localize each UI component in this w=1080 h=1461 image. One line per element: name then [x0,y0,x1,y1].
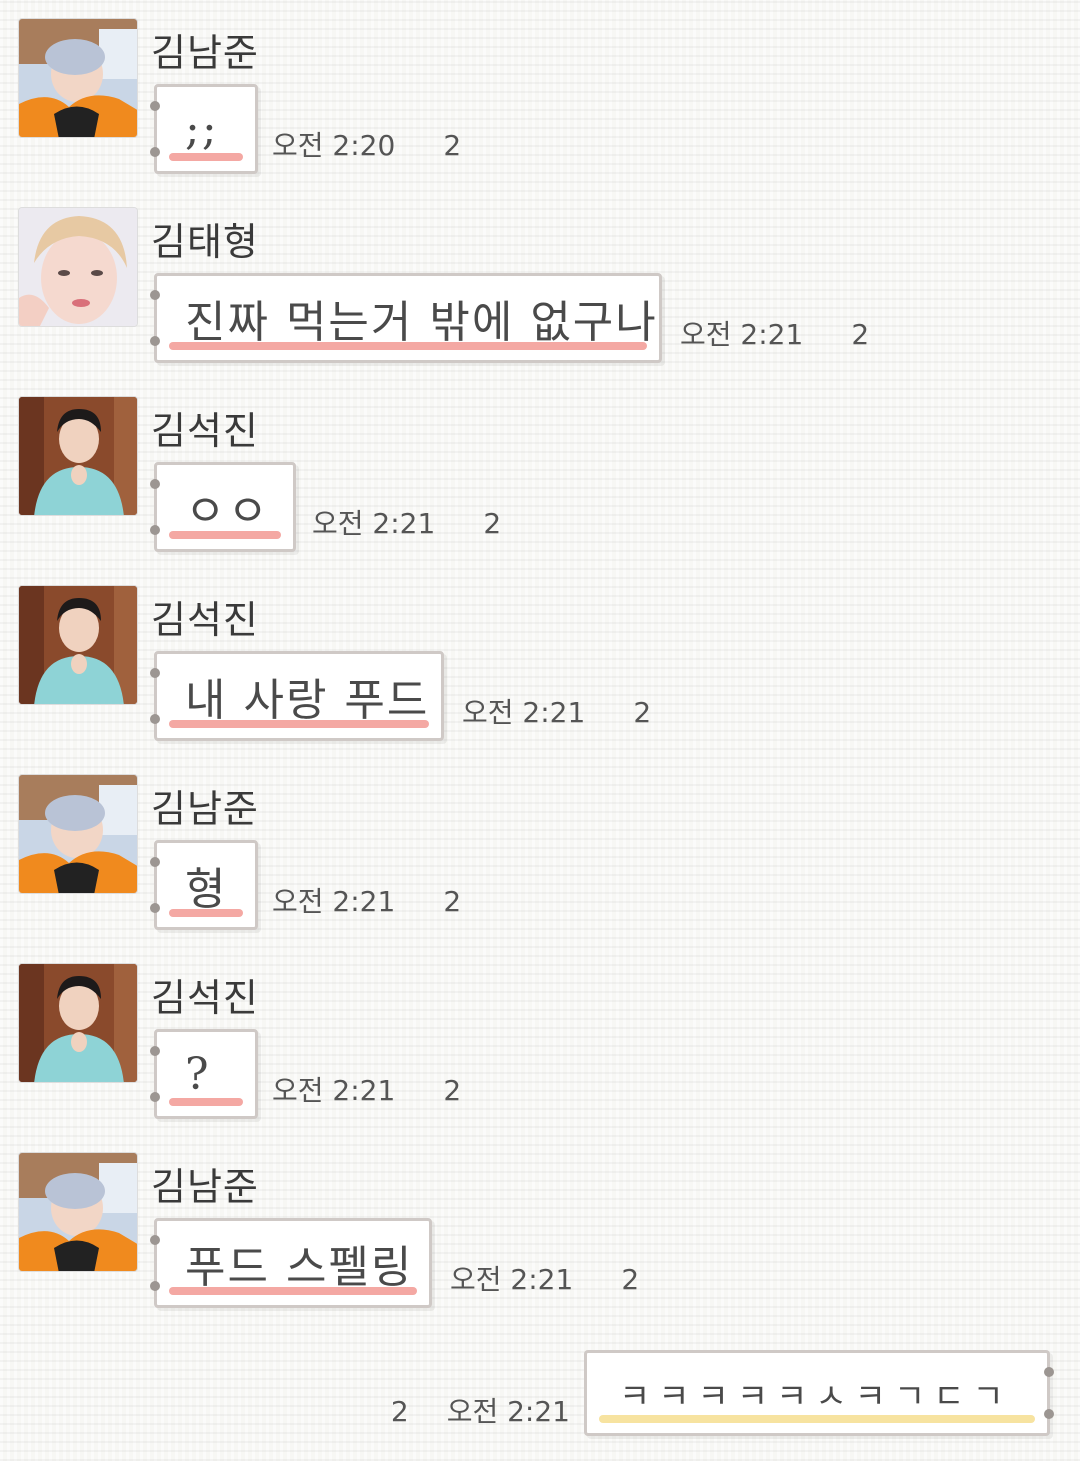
message-row: 김석진 ㅇㅇ 오전 2:21 2 [18,396,1068,576]
avatar-seokjin[interactable] [18,396,138,516]
unread-count: 2 [633,696,652,729]
my-message-row: 2 오전 2:21 ㅋㅋㅋㅋㅋㅅㅋㄱㄷㄱ [0,1350,1054,1450]
unread-count: 2 [443,885,462,918]
avatar-namjoon[interactable] [18,774,138,894]
taehyung-avatar-image [19,208,137,326]
message-time: 오전 2:21 [450,1263,574,1296]
sender-name: 김남준 [151,1165,259,1209]
message-bubble[interactable]: ? [150,1029,258,1119]
message-bubble[interactable]: ;; [150,84,258,174]
sender-name: 김남준 [151,787,259,831]
message-bubble[interactable]: ㅇㅇ [150,462,296,552]
unread-count: 2 [443,1074,462,1107]
message-time: 오전 2:21 [446,1395,570,1428]
message-row: 김남준 ;; 오전 2:20 2 [18,18,1068,198]
message-time: 오전 2:21 [272,1074,396,1107]
message-text: 푸드 스펠링 [185,1242,414,1293]
avatar-seokjin[interactable] [18,963,138,1083]
message-meta: 오전 2:21 2 [462,691,651,731]
message-time: 오전 2:21 [272,885,396,918]
message-time: 오전 2:21 [680,318,804,351]
message-time: 오전 2:21 [462,696,586,729]
namjoon-avatar-image [19,1153,137,1271]
message-meta: 오전 2:21 2 [680,313,869,353]
message-time: 오전 2:21 [312,507,436,540]
unread-count: 2 [443,129,462,162]
avatar-seokjin[interactable] [18,585,138,705]
message-row: 김석진 ? 오전 2:21 2 [18,963,1068,1143]
unread-count: 2 [621,1263,640,1296]
seokjin-avatar-image [19,397,137,515]
namjoon-avatar-image [19,775,137,893]
message-bubble[interactable]: 내 사랑 푸드 [150,651,444,741]
chat-room: 김남준 ;; 오전 2:20 2 김태형 진짜 먹는거 밖에 없구나 오전 2:… [0,0,1080,1461]
message-text: ㅇㅇ [185,486,270,537]
sender-name: 김석진 [151,976,259,1020]
message-meta: 오전 2:21 2 [312,502,501,542]
message-row: 김남준 푸드 스펠링 오전 2:21 2 [18,1152,1068,1332]
seokjin-avatar-image [19,586,137,704]
unread-count: 2 [390,1395,409,1428]
message-meta: 오전 2:20 2 [272,124,461,164]
avatar-namjoon[interactable] [18,18,138,138]
message-row: 김태형 진짜 먹는거 밖에 없구나 오전 2:21 2 [18,207,1068,387]
sender-name: 김석진 [151,409,259,453]
message-text: 내 사랑 푸드 [185,675,430,726]
message-text: ;; [185,103,219,155]
message-bubble[interactable]: 형 [150,840,258,930]
message-meta: 2 오전 2:21 [391,1390,570,1430]
avatar-namjoon[interactable] [18,1152,138,1272]
message-row: 김석진 내 사랑 푸드 오전 2:21 2 [18,585,1068,765]
message-bubble[interactable]: 푸드 스펠링 [150,1218,432,1308]
message-meta: 오전 2:21 2 [272,880,461,920]
sender-name: 김석진 [151,598,259,642]
unread-count: 2 [851,318,870,351]
message-meta: 오전 2:21 2 [272,1069,461,1109]
seokjin-avatar-image [19,964,137,1082]
avatar-taehyung[interactable] [18,207,138,327]
message-text: ? [185,1048,211,1100]
message-row: 김남준 형 오전 2:21 2 [18,774,1068,954]
message-text: 진짜 먹는거 밖에 없구나 [185,297,658,348]
message-bubble[interactable]: 진짜 먹는거 밖에 없구나 [150,273,662,363]
message-text: 형 [185,864,228,915]
sender-name: 김남준 [151,31,259,75]
message-text: ㅋㅋㅋㅋㅋㅅㅋㄱㄷㄱ [619,1376,1012,1417]
my-message-bubble[interactable]: ㅋㅋㅋㅋㅋㅅㅋㄱㄷㄱ [584,1350,1054,1436]
sender-name: 김태형 [151,220,259,264]
message-time: 오전 2:20 [272,129,396,162]
unread-count: 2 [483,507,502,540]
namjoon-avatar-image [19,19,137,137]
message-meta: 오전 2:21 2 [450,1258,639,1298]
